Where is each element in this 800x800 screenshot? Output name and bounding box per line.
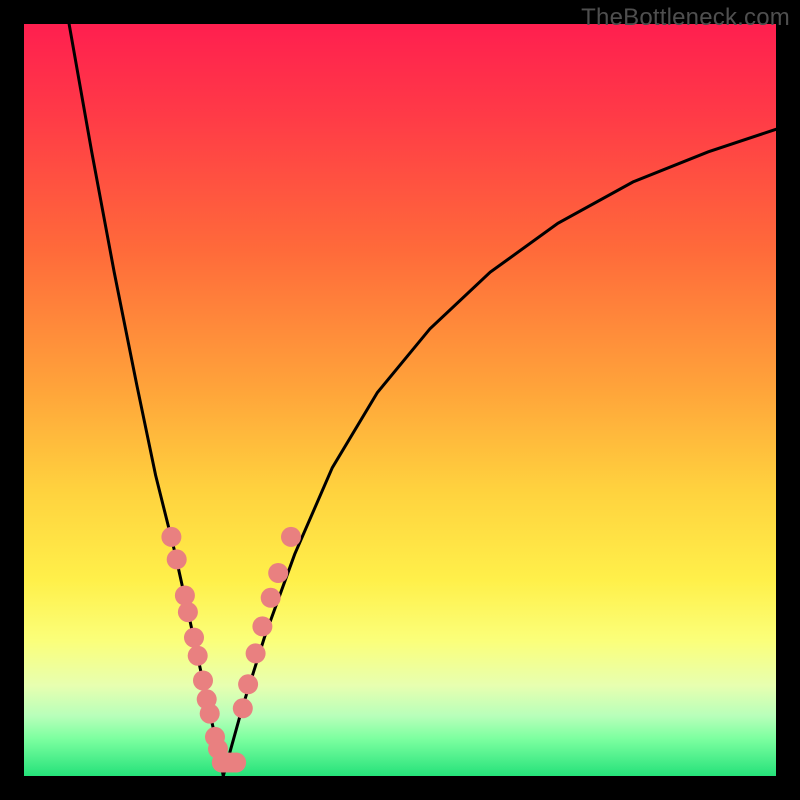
marker-point [281, 527, 301, 547]
marker-point [261, 588, 281, 608]
marker-point [226, 753, 246, 773]
marker-point [246, 643, 266, 663]
marker-point [167, 549, 187, 569]
marker-point [178, 602, 198, 622]
chart-svg [24, 24, 776, 776]
marker-point [252, 616, 272, 636]
marker-point [238, 674, 258, 694]
marker-point [161, 527, 181, 547]
marker-point [200, 704, 220, 724]
marker-point [233, 698, 253, 718]
watermark-text: TheBottleneck.com [581, 4, 790, 32]
right-branch-curve [223, 129, 776, 776]
marker-group [161, 527, 301, 773]
marker-point [184, 628, 204, 648]
marker-point [175, 586, 195, 606]
marker-point [193, 671, 213, 691]
marker-point [268, 563, 288, 583]
outer-frame: TheBottleneck.com [0, 0, 800, 800]
marker-point [188, 646, 208, 666]
